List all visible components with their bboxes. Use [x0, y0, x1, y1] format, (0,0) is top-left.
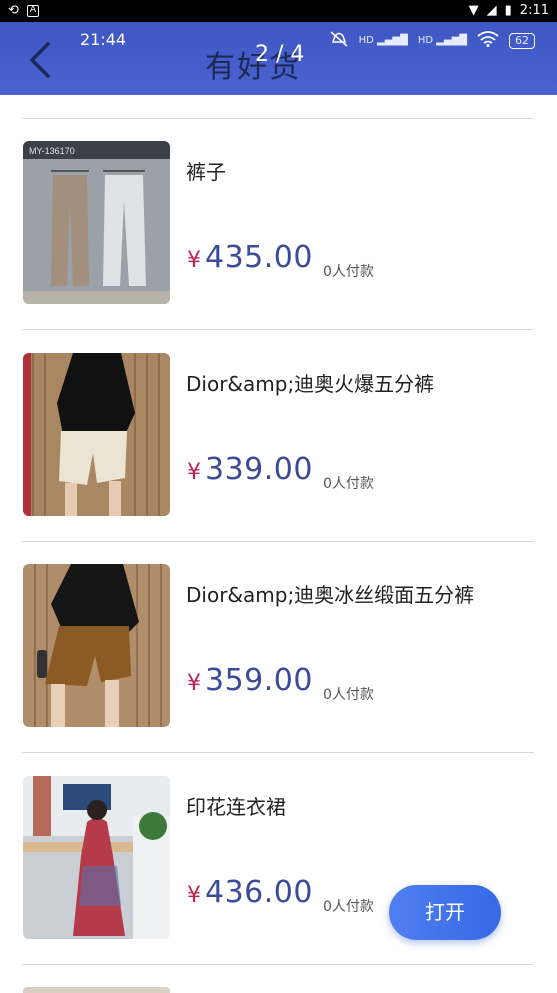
system-time: 2:11 [519, 3, 549, 18]
currency-symbol: ¥ [187, 883, 201, 908]
product-item[interactable]: Dior&amp;迪奥冰丝缎面五分裤 ¥359.00 0人付款 [0, 541, 557, 753]
product-thumbnail-shorts-brown[interactable] [23, 564, 170, 727]
currency-symbol: ¥ [187, 248, 201, 273]
currency-symbol: ¥ [187, 460, 201, 485]
product-price: ¥359.00 [187, 663, 313, 698]
product-item[interactable]: Dior&amp;迪奥火爆五分裤 ¥339.00 0人付款 [0, 330, 557, 542]
paid-count: 0人付款 [323, 899, 374, 915]
product-name: Dior&amp;迪奥冰丝缎面五分裤 [186, 583, 475, 607]
hd-signal-icon: HD ▂▄▆█ [358, 35, 408, 46]
thumb-label: MY-136170 [29, 146, 75, 156]
signal-icon: ◢ [486, 3, 497, 18]
battery-icon: ▮ [504, 3, 512, 18]
product-thumbnail-shorts-white[interactable] [23, 353, 170, 516]
wifi-icon: ▼ [468, 3, 479, 18]
product-price: ¥436.00 [187, 875, 313, 910]
currency-symbol: ¥ [187, 671, 201, 696]
wifi-icon [477, 31, 499, 50]
product-thumbnail-dress[interactable] [23, 776, 170, 939]
product-price: ¥339.00 [187, 452, 313, 487]
page-indicator: 2 / 4 [255, 42, 305, 67]
mute-icon [329, 30, 349, 51]
product-item[interactable]: MY-136170 裤子 ¥435.00 0人付款 [0, 118, 557, 330]
back-arrow-icon[interactable] [26, 40, 56, 80]
product-name: 裤子 [186, 160, 226, 184]
sync-icon: ⟲ [8, 3, 19, 18]
product-name: 印花连衣裙 [186, 795, 286, 819]
next-item-thumbnail-peek[interactable] [23, 987, 170, 993]
product-price: ¥435.00 [187, 240, 313, 275]
product-thumbnail-pants[interactable]: MY-136170 [23, 141, 170, 304]
inner-status-time: 21:44 [80, 30, 127, 49]
paid-count: 0人付款 [323, 264, 374, 280]
system-status-bar: ⟲ A ▼ ◢ ▮ 2:11 [0, 0, 557, 22]
notification-a-icon: A [26, 4, 39, 17]
battery-indicator: 62 [509, 32, 535, 49]
hd-signal-icon-2: HD ▂▄▆█ [417, 35, 467, 46]
open-app-button[interactable]: 打开 [389, 885, 501, 940]
product-name: Dior&amp;迪奥火爆五分裤 [186, 372, 435, 396]
app-header: 21:44 有好货 2 / 4 HD ▂▄▆█ HD ▂▄▆█ 62 [0, 22, 557, 95]
paid-count: 0人付款 [323, 687, 374, 703]
paid-count: 0人付款 [323, 476, 374, 492]
item-divider [22, 964, 534, 965]
inner-status-icons: HD ▂▄▆█ HD ▂▄▆█ 62 [329, 30, 535, 51]
